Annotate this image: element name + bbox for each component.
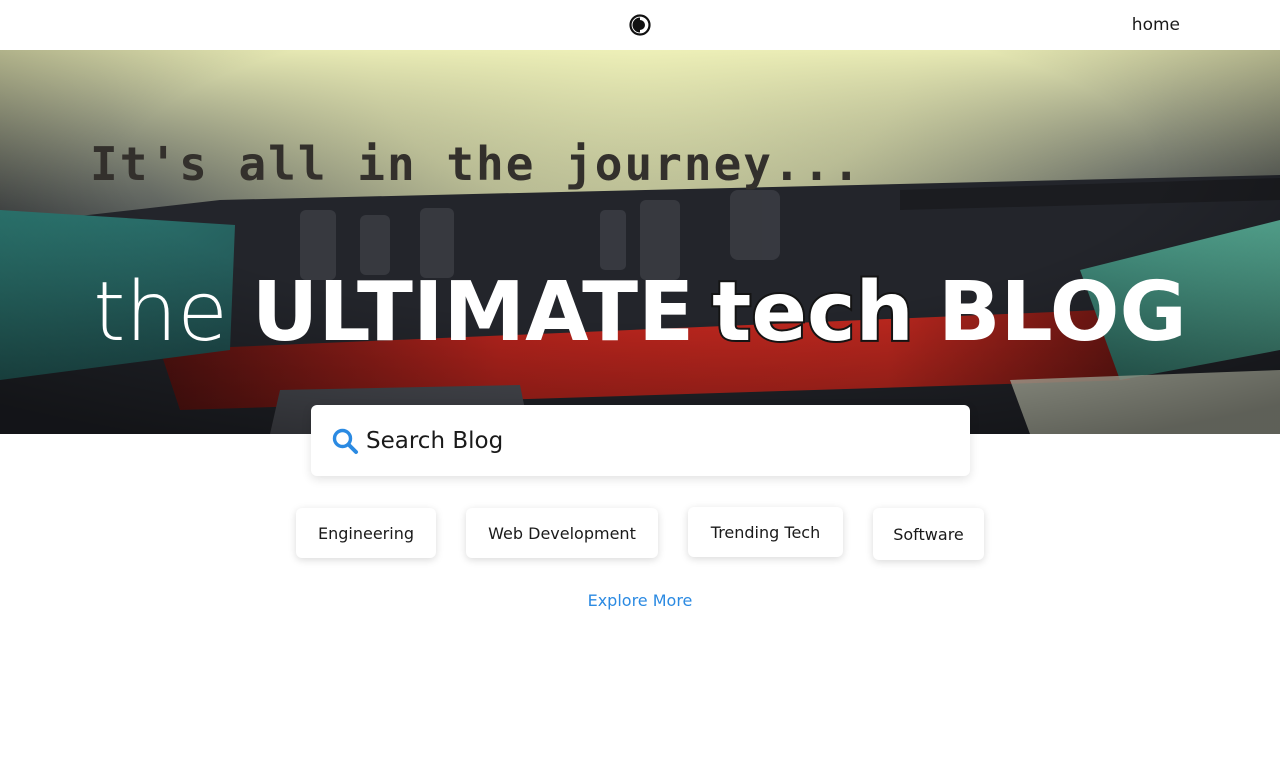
hero-title-word-tech: tech xyxy=(710,265,916,360)
hero-title: the ULTIMATE tech BLOG xyxy=(0,270,1280,356)
category-chip-trending-tech[interactable]: Trending Tech xyxy=(688,507,843,557)
explore-more-link[interactable]: Explore More xyxy=(0,591,1280,610)
search-input[interactable] xyxy=(366,421,946,461)
search-box[interactable] xyxy=(311,405,970,476)
nav-home-link[interactable]: home xyxy=(1132,15,1180,35)
search-icon[interactable] xyxy=(331,427,359,455)
hero-title-word-ultimate: ULTIMATE xyxy=(251,265,695,360)
contrast-icon[interactable] xyxy=(629,14,651,36)
hero-title-word-the: the xyxy=(93,265,228,360)
category-chip-engineering[interactable]: Engineering xyxy=(296,508,436,558)
hero-background-text: It's all in the journey... xyxy=(90,137,862,191)
hero-banner: It's all in the journey... the ULTIMATE te… xyxy=(0,50,1280,434)
hero-typewriter-image: It's all in the journey... xyxy=(0,50,1280,434)
category-chip-software[interactable]: Software xyxy=(873,508,984,560)
hero-title-word-blog: BLOG xyxy=(937,265,1187,360)
top-nav-bar: home xyxy=(0,0,1280,50)
category-chip-web-development[interactable]: Web Development xyxy=(466,508,658,558)
